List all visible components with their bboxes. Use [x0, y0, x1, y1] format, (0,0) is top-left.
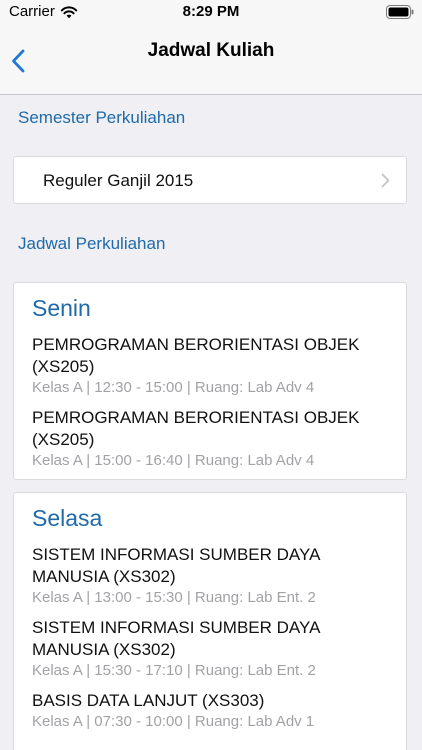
semester-selector[interactable]: Reguler Ganjil 2015 — [13, 156, 407, 204]
day-card-senin: Senin PEMROGRAMAN BERORIENTASI OBJEK (XS… — [13, 282, 407, 480]
course-item[interactable]: BASIS DATA LANJUT (XS303) Kelas A | 07:3… — [32, 690, 392, 731]
course-meta: Kelas A | 12:30 - 15:00 | Ruang: Lab Adv… — [32, 379, 315, 396]
course-meta: Kelas A | 07:30 - 10:00 | Ruang: Lab Adv… — [32, 713, 315, 730]
navigation-bar: Jadwal Kuliah — [0, 26, 422, 95]
course-name: SISTEM INFORMASI SUMBER DAYA MANUSIA (XS… — [32, 545, 320, 586]
course-item[interactable]: SISTEM INFORMASI SUMBER DAYA MANUSIA (XS… — [32, 544, 392, 607]
semester-section-header: Semester Perkuliahan — [18, 108, 186, 127]
course-name: BASIS DATA LANJUT (XS303) — [32, 691, 265, 710]
day-title: Senin — [32, 295, 91, 321]
day-title: Selasa — [32, 505, 103, 531]
page-title: Jadwal Kuliah — [147, 40, 275, 61]
chevron-right-icon — [381, 173, 390, 188]
course-meta: Kelas A | 15:30 - 17:10 | Ruang: Lab Ent… — [32, 662, 316, 679]
course-item[interactable]: SISTEM INFORMASI SUMBER DAYA MANUSIA (XS… — [32, 617, 392, 680]
course-name: PEMROGRAMAN BERORIENTASI OBJEK (XS205) — [32, 335, 360, 376]
course-name: PEMROGRAMAN BERORIENTASI OBJEK (XS205) — [32, 408, 360, 449]
status-time: 8:29 PM — [182, 3, 240, 20]
schedule-section-header: Jadwal Perkuliahan — [18, 234, 166, 253]
course-meta: Kelas A | 15:00 - 16:40 | Ruang: Lab Adv… — [32, 452, 315, 469]
course-item[interactable]: PEMROGRAMAN BERORIENTASI OBJEK (XS205) K… — [32, 407, 392, 470]
course-item[interactable]: PEMROGRAMAN BERORIENTASI OBJEK (XS205) K… — [32, 334, 392, 397]
battery-icon — [386, 5, 414, 19]
semester-selected-value: Reguler Ganjil 2015 — [43, 171, 194, 190]
status-bar: Carrier 8:29 PM — [0, 0, 422, 26]
course-name: SISTEM INFORMASI SUMBER DAYA MANUSIA (XS… — [32, 618, 320, 659]
course-meta: Kelas A | 13:00 - 15:30 | Ruang: Lab Ent… — [32, 589, 316, 606]
day-card-selasa: Selasa SISTEM INFORMASI SUMBER DAYA MANU… — [13, 492, 407, 750]
